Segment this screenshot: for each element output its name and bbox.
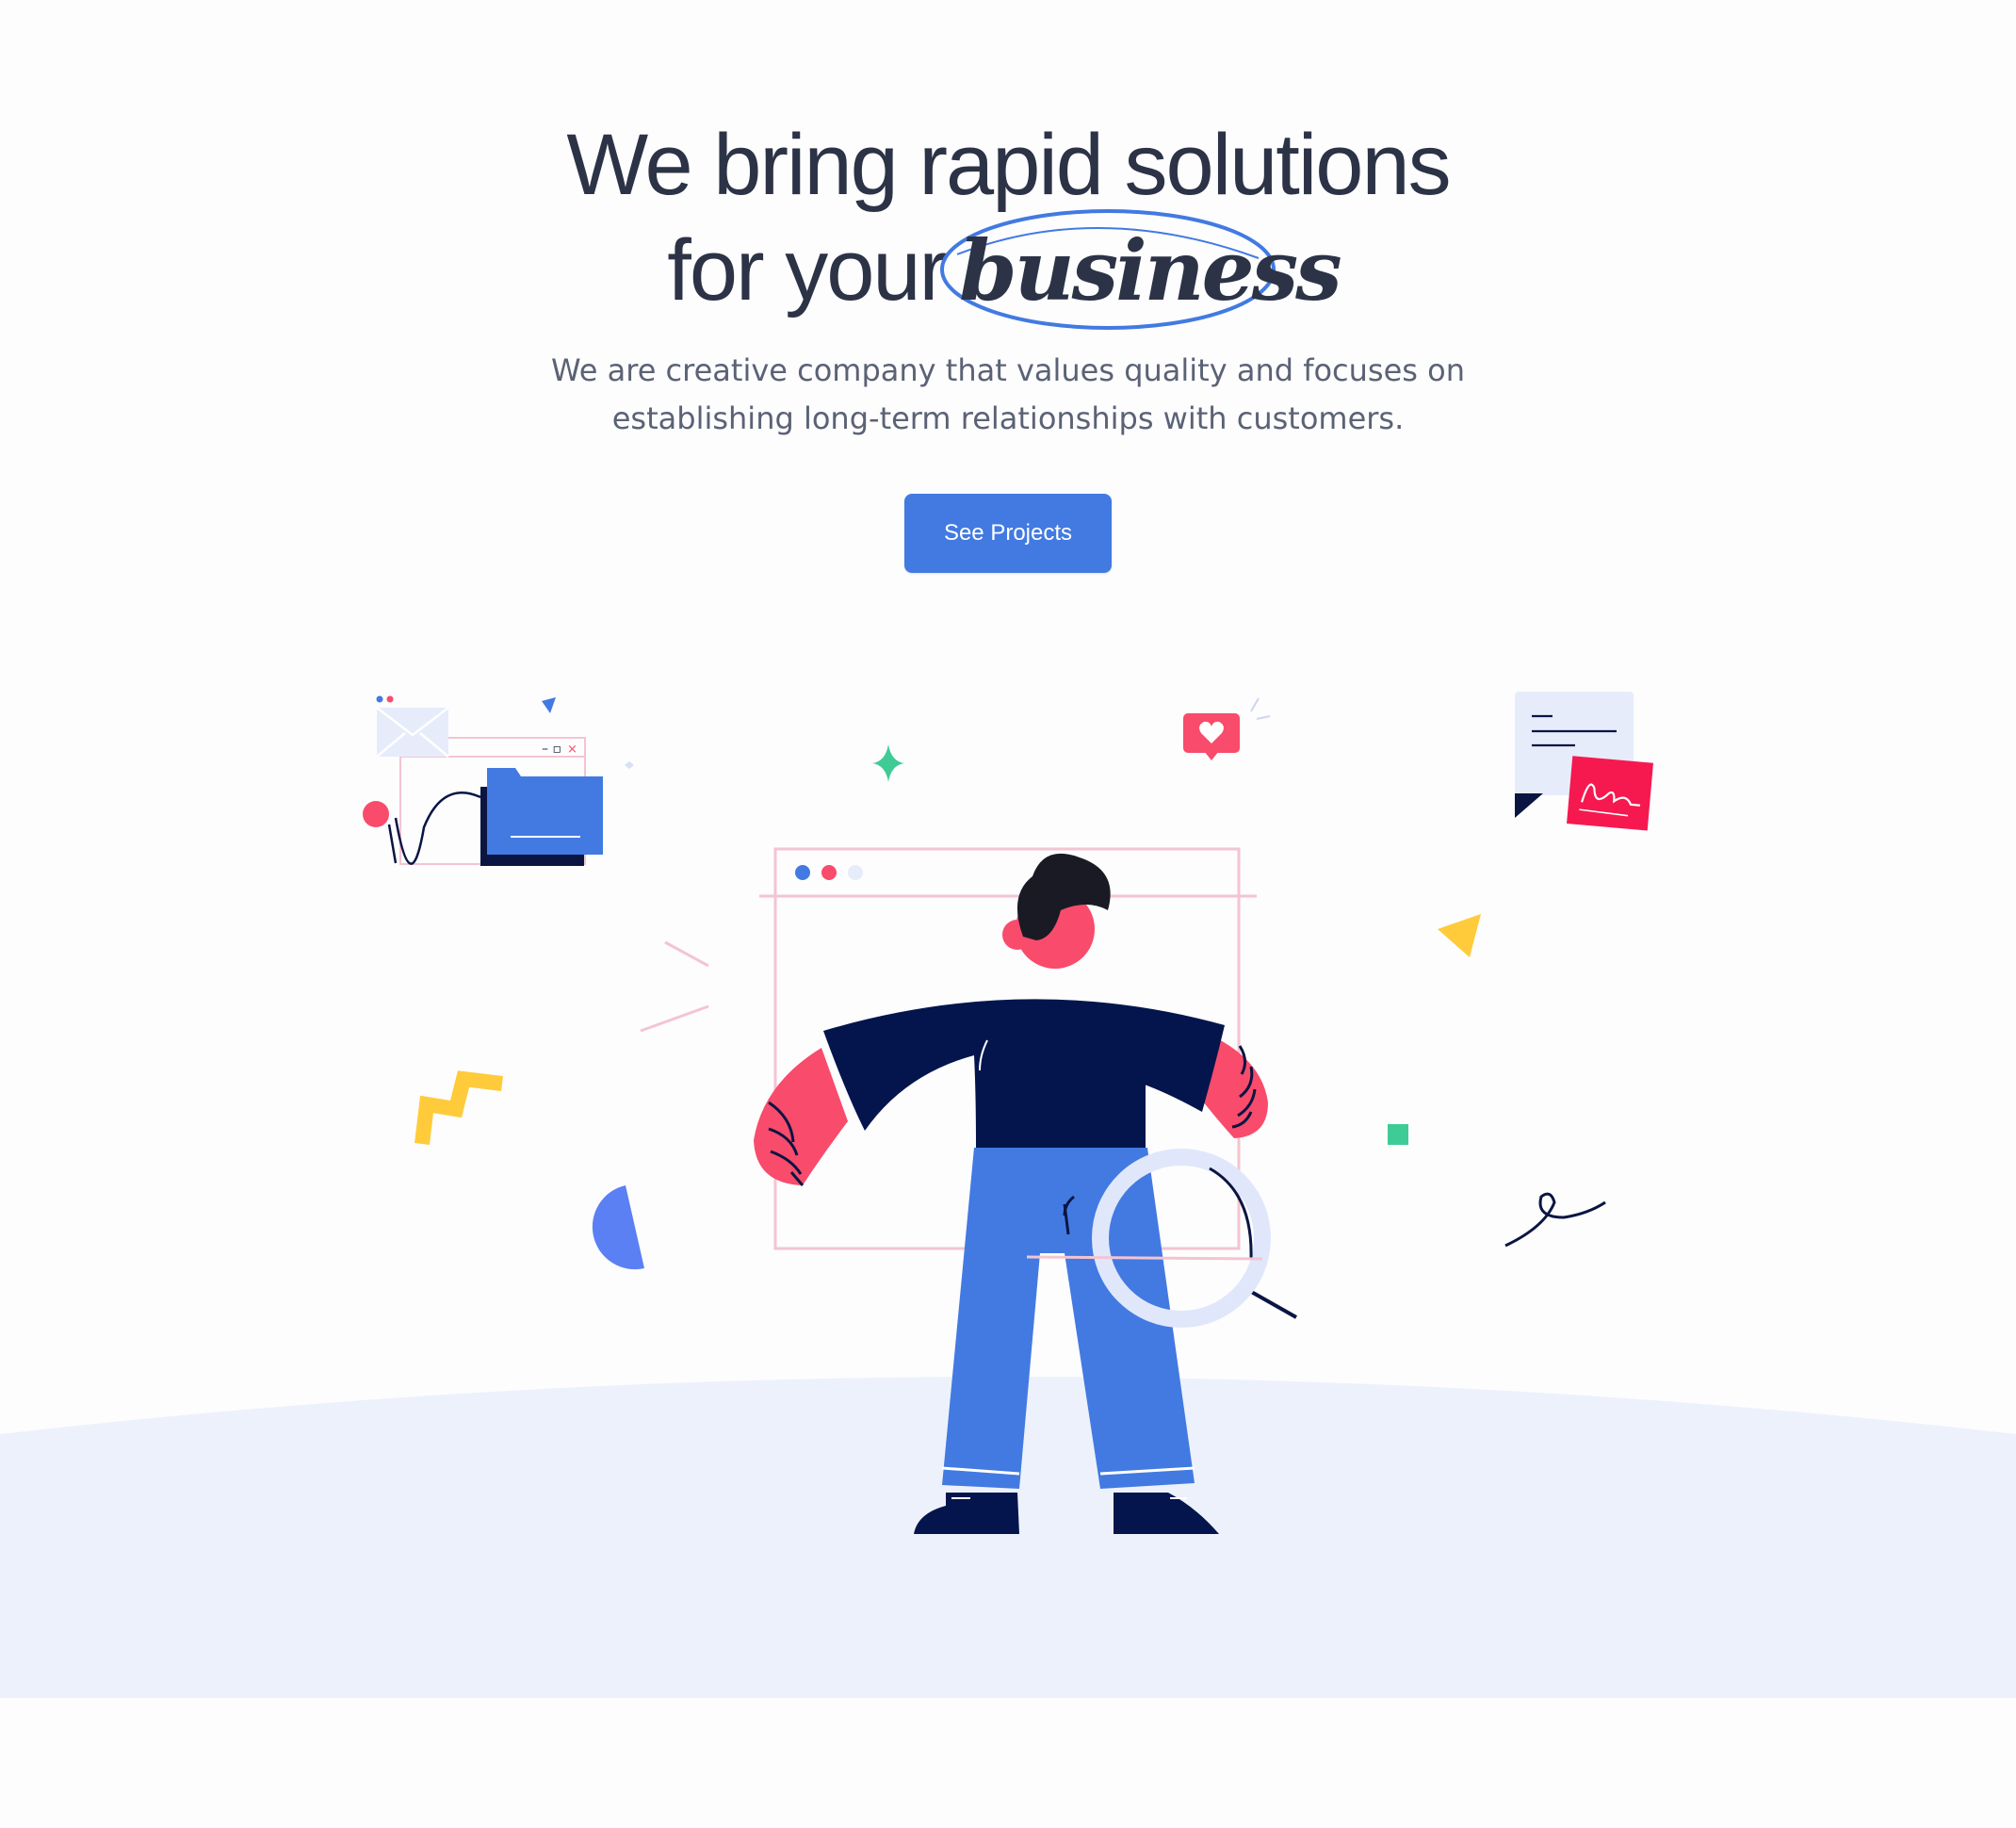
sparkle-star-shape xyxy=(872,744,904,782)
ground-shape xyxy=(0,1377,2016,1698)
see-projects-button[interactable]: See Projects xyxy=(904,494,1112,573)
green-square-shape xyxy=(1388,1124,1408,1145)
headline-prefix: for your xyxy=(667,222,948,318)
hero-section: – ▫ × We bring rapid solutions for your … xyxy=(0,0,2016,1828)
subtitle-line-1: We are creative company that values qual… xyxy=(551,352,1465,388)
window-cluster-left: – ▫ × xyxy=(363,695,586,865)
yellow-triangle-shape xyxy=(1438,914,1481,957)
svg-text:– ▫: – ▫ xyxy=(542,742,561,757)
heart-like-icon xyxy=(1183,697,1271,760)
signature-note-icon xyxy=(1567,756,1653,831)
motion-line xyxy=(664,940,709,968)
squiggle-shape xyxy=(1504,1192,1606,1248)
hero-subtitle: We are creative company that values qual… xyxy=(509,347,1507,443)
small-diamond-shape xyxy=(625,761,634,769)
document-chat-icon xyxy=(1515,692,1634,818)
subtitle-line-2: establishing long-term relationships wit… xyxy=(611,400,1405,436)
headline-line-1: We bring rapid solutions xyxy=(566,117,1451,213)
browser-window-icon xyxy=(759,847,1257,1250)
headline-emphasis: business xyxy=(959,221,1342,319)
svg-text:×: × xyxy=(567,743,577,757)
small-triangle-shape xyxy=(542,697,556,713)
folder-icon xyxy=(480,768,603,866)
zigzag-shape xyxy=(415,1070,503,1145)
headline-line-2: for your business xyxy=(0,209,2016,330)
headline-emphasis-wrap: business xyxy=(940,209,1349,330)
hero-headline: We bring rapid solutions for your busines… xyxy=(0,113,2016,330)
magnifier-icon xyxy=(1026,1149,1297,1328)
half-circle-shape xyxy=(592,1185,644,1270)
motion-line xyxy=(640,1004,709,1033)
mail-window-icon xyxy=(376,707,449,758)
